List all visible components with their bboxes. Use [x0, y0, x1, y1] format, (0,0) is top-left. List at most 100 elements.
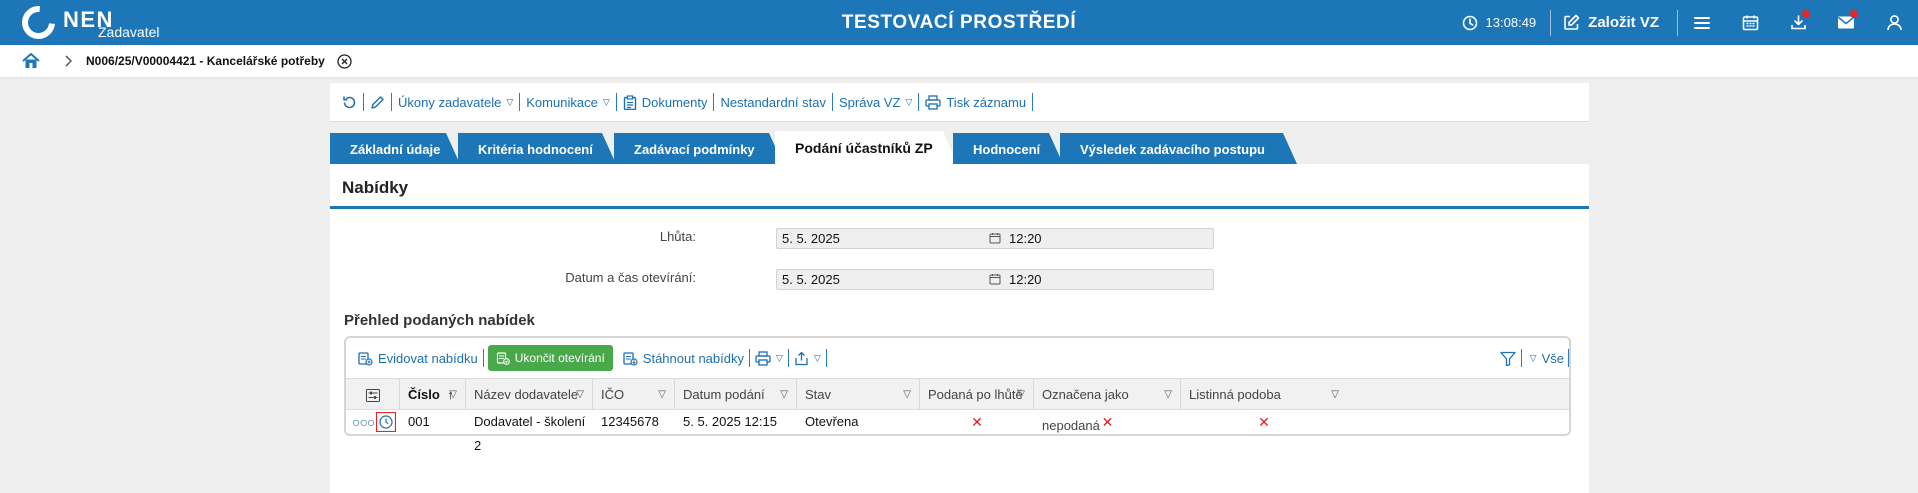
filter-caret-icon[interactable]: ▽ — [903, 379, 911, 410]
menu-nestandardni-stav[interactable]: Nestandardní stav — [714, 83, 832, 122]
tab-zakladni-udaje[interactable]: Základní údaje — [330, 133, 460, 164]
cell-listinna: ✕ — [1258, 414, 1270, 430]
deadline-date: 5. 5. 2025 — [782, 231, 840, 246]
grid-header: Číslo ↑ ▽ Název dodavatele ▽ IČO ▽ Datum… — [346, 378, 1569, 433]
menu-komunikace[interactable]: Komunikace ▽ — [520, 83, 615, 122]
filter-caret-icon[interactable]: ▽ — [1164, 379, 1172, 410]
deadline-field[interactable]: 5. 5. 2025 12:20 — [776, 228, 1214, 249]
logo-ring-icon — [15, 0, 62, 46]
deadline-label: Lhůta: — [659, 229, 696, 244]
logo-subtitle: Zadavatel — [98, 24, 160, 40]
grid-filter-button[interactable] — [1495, 351, 1521, 366]
user-icon — [1886, 15, 1902, 31]
caret-down-icon: ▽ — [506, 96, 514, 107]
home-button[interactable] — [22, 53, 40, 69]
column-stav[interactable]: Stav ▽ — [797, 379, 920, 410]
column-nazev-dodavatele[interactable]: Název dodavatele ▽ — [466, 379, 593, 410]
filter-caret-icon[interactable]: ▽ — [780, 379, 788, 410]
filter-all-label: Vše — [1541, 350, 1564, 366]
column-ico-label: IČO — [601, 387, 625, 402]
caret-down-icon: ▽ — [775, 352, 783, 363]
export-icon — [795, 351, 808, 365]
close-breadcrumb-button[interactable] — [337, 53, 352, 69]
user-account-button[interactable] — [1870, 0, 1918, 45]
action-toolbar: Úkony zadavatele ▽ Komunikace ▽ Dokument… — [330, 83, 1589, 122]
column-datum-podani[interactable]: Datum podání ▽ — [675, 379, 797, 410]
pencil-icon — [371, 95, 384, 109]
edit-button[interactable] — [364, 83, 391, 122]
divider — [825, 349, 827, 367]
row-history-button[interactable] — [375, 410, 397, 434]
filter-all-dropdown[interactable]: ▽ Vše — [1522, 351, 1568, 366]
menu-sprava-vz[interactable]: Správa VZ ▽ — [833, 83, 918, 122]
menu-komunikace-label: Komunikace — [526, 94, 598, 110]
table-row[interactable]: ○○○ 001 Dodavatel - školení 2 12345678 5… — [346, 410, 1569, 453]
ukoncit-label: Ukončit otevírání — [514, 351, 605, 365]
calendar-icon — [989, 274, 1001, 285]
downloads-button[interactable] — [1774, 0, 1822, 45]
filter-caret-icon[interactable]: ▽ — [658, 379, 666, 410]
menu-dokumenty-label: Dokumenty — [641, 94, 708, 110]
cell-nepodana: ✕ — [1101, 414, 1114, 430]
filter-caret-icon[interactable]: ▽ — [576, 379, 584, 410]
calendar-button[interactable] — [1726, 0, 1774, 45]
ukoncit-otevirani-button[interactable]: Ukončit otevírání — [487, 345, 613, 371]
messages-button[interactable] — [1822, 0, 1870, 45]
divider — [482, 349, 484, 367]
column-listinna-label: Listinná podoba — [1189, 387, 1281, 402]
column-oznacena-nepodana[interactable]: Označena jako nepodaná ▽ — [1034, 379, 1181, 433]
calendar-icon — [989, 233, 1001, 244]
refresh-button[interactable] — [336, 83, 363, 122]
cell-cislo: 001 — [408, 414, 430, 429]
cell-stav: Otevřena — [805, 414, 859, 429]
chevron-right-icon — [64, 55, 72, 67]
filter-caret-icon[interactable]: ▽ — [1017, 379, 1025, 410]
main-panel: Nabídky Lhůta: 5. 5. 2025 12:20 Datum a … — [330, 164, 1589, 493]
tab-bar: Základní údaje Kritéria hodnocení Zadáva… — [330, 133, 1589, 164]
clock-icon — [1462, 15, 1477, 30]
menu-button[interactable] — [1678, 0, 1726, 45]
evidovat-nabidku-button[interactable]: Evidovat nabídku — [352, 350, 483, 366]
column-po-lhute-label: Podaná po lhůtě — [928, 387, 1023, 402]
filter-caret-icon[interactable]: ▽ — [449, 379, 457, 410]
menu-ukony-zadavatele[interactable]: Úkony zadavatele ▽ — [392, 83, 519, 122]
grid-print-button[interactable]: ▽ — [750, 350, 788, 366]
top-bar: NEN Zadavatel TESTOVACÍ PROSTŘEDÍ 13:08:… — [0, 0, 1918, 46]
create-vz-button[interactable]: Založit VZ — [1551, 0, 1677, 45]
stahnout-nabidky-button[interactable]: Stáhnout nabídky — [617, 350, 749, 366]
column-ico[interactable]: IČO ▽ — [593, 379, 675, 410]
tab-kriteria-hodnoceni[interactable]: Kritéria hodnocení — [458, 133, 616, 164]
breadcrumb: N006/25/V00004421 - Kancelářské potřeby — [0, 45, 1918, 77]
deadline-time: 12:20 — [1009, 231, 1042, 246]
download-offers-icon — [623, 352, 638, 366]
session-clock: 13:08:49 — [1462, 0, 1551, 45]
stahnout-label: Stáhnout nabídky — [642, 350, 744, 366]
caret-down-icon: ▽ — [905, 96, 913, 107]
column-listinna-podoba[interactable]: Listinná podoba ▽ — [1181, 379, 1347, 410]
column-cislo[interactable]: Číslo ↑ ▽ — [400, 379, 466, 410]
notification-dot — [1850, 10, 1858, 18]
clipboard-icon — [623, 94, 636, 110]
clock-time: 13:08:49 — [1485, 15, 1537, 30]
breadcrumb-current[interactable]: N006/25/V00004421 - Kancelářské potřeby — [86, 54, 325, 68]
menu-dokumenty[interactable]: Dokumenty — [617, 83, 714, 122]
create-vz-label: Založit VZ — [1588, 14, 1659, 31]
tab-podani-ucastniku[interactable]: Podání účastníků ZP — [775, 131, 957, 164]
opening-date: 5. 5. 2025 — [782, 272, 840, 287]
tab-vysledek[interactable]: Výsledek zadávacího postupu — [1060, 133, 1297, 164]
grid-export-button[interactable]: ▽ — [789, 351, 826, 366]
column-podana-po-lhute[interactable]: Podaná po lhůtě ▽ — [920, 379, 1034, 410]
opening-datetime-field[interactable]: 5. 5. 2025 12:20 — [776, 269, 1214, 290]
column-settings-button[interactable] — [346, 379, 400, 410]
menu-sprava-label: Správa VZ — [839, 94, 901, 110]
cell-nazev: Dodavatel - školení 2 — [474, 414, 586, 453]
opening-datetime-label: Datum a čas otevírání: — [565, 270, 696, 285]
filter-caret-icon[interactable]: ▽ — [1331, 379, 1339, 410]
column-cislo-label: Číslo — [408, 387, 440, 402]
tab-zadavaci-podminky[interactable]: Zadávací podmínky — [614, 133, 783, 164]
menu-tisk-zaznamu[interactable]: Tisk záznamu — [919, 83, 1032, 122]
caret-down-icon: ▽ — [1529, 352, 1537, 363]
row-more-actions-icon[interactable]: ○○○ — [352, 410, 375, 434]
tab-hodnoceni[interactable]: Hodnocení — [953, 133, 1063, 164]
home-icon — [22, 53, 40, 68]
